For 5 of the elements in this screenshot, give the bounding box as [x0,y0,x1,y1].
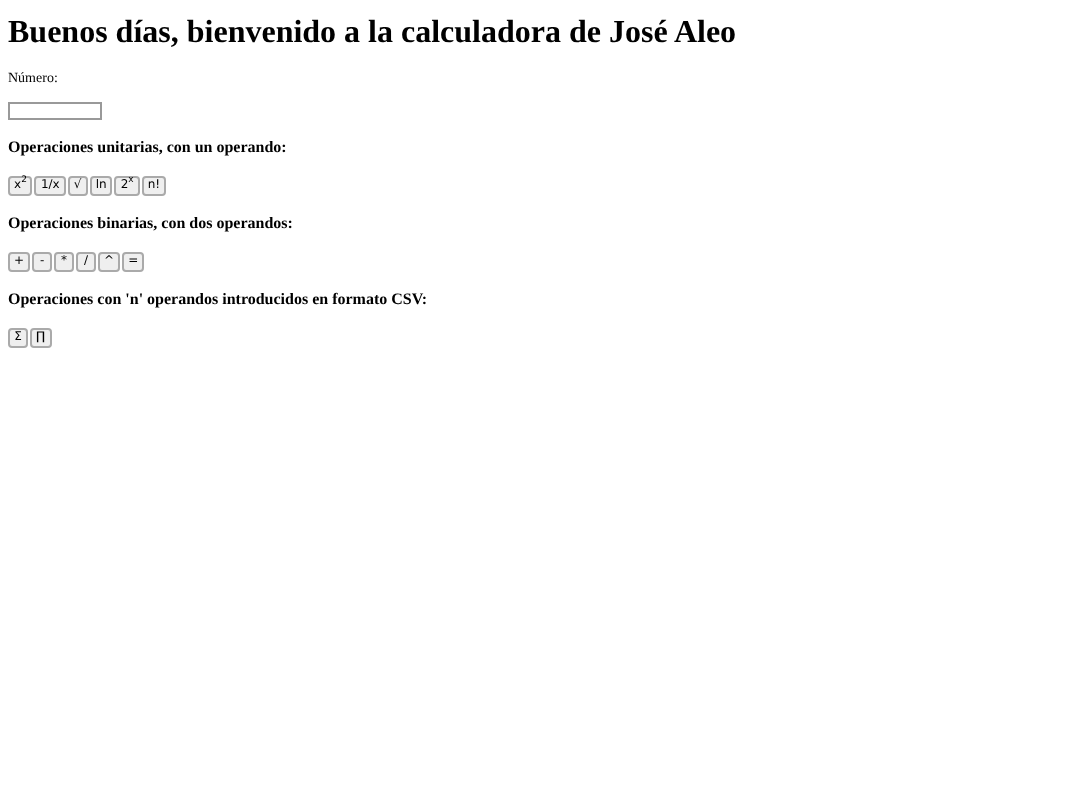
number-input[interactable] [8,101,102,119]
section-heading: Operaciones unitarias, con un operando: [8,135,289,159]
section-heading: Operaciones con 'n' operandos introducidos en formato CSV: [8,287,430,311]
section-heading: Operaciones binarias, con dos operandos: [8,211,295,235]
page-title: Buenos días, bienvenido a la calculadora de José Aleo [8,14,739,54]
